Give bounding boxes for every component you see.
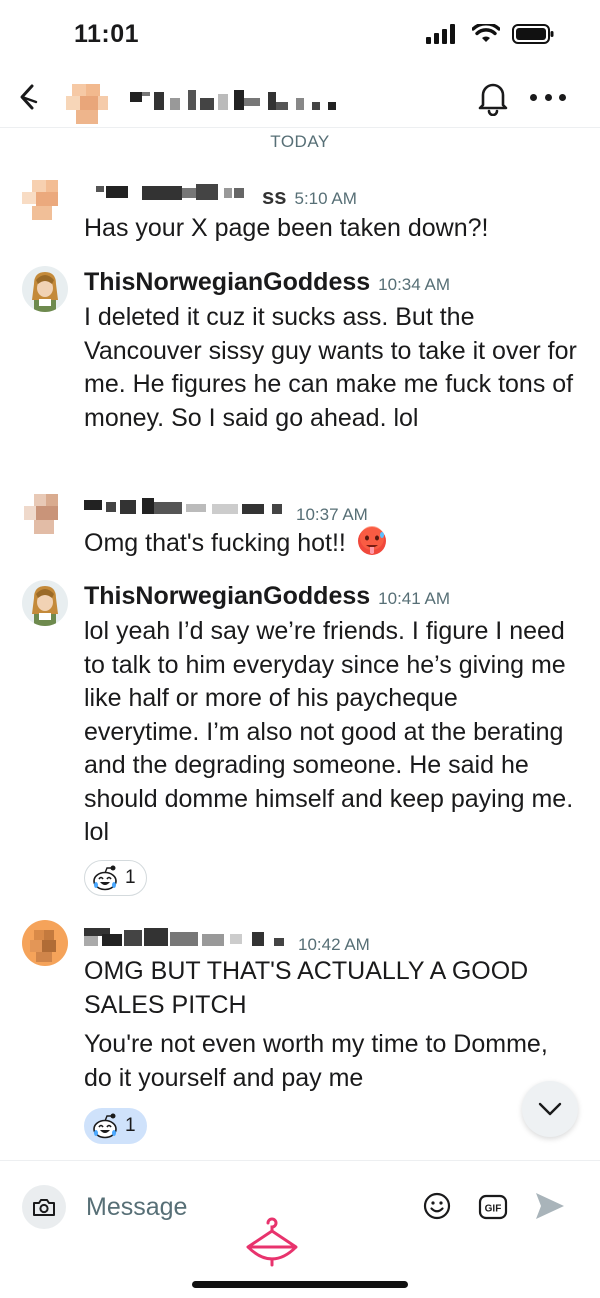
header-avatar[interactable] [62,76,114,128]
message-composer: GIF [0,1160,600,1298]
battery-icon [512,24,554,44]
laughing-snoo-icon [93,1113,117,1139]
camera-button[interactable] [22,1185,66,1229]
more-dot [559,93,566,101]
blurred-username [84,928,284,946]
message-text: Has your X page been taken down?! [84,214,489,242]
message-timestamp: 10:41 AM [378,589,450,608]
gif-icon[interactable]: GIF [478,1193,508,1221]
message-text-row: Omg that's fucking hot!! [84,526,580,561]
message-text: You're not even worth my time to Domme, … [84,1030,548,1092]
hot-face-emoji [357,526,386,555]
message-input[interactable] [86,1189,386,1225]
svg-text:GIF: GIF [485,1204,502,1215]
message-text: I deleted it cuz it sucks ass. But the V… [84,303,577,432]
reaction-pill[interactable]: 1 [84,1108,147,1144]
message-username[interactable]: ThisNorwegianGoddess [84,582,370,611]
cellular-signal-icon [426,24,455,44]
message-header: 10:42 AM [84,924,370,955]
message-header: ThisNorwegianGoddess 10:34 AM [84,268,450,297]
scroll-to-bottom-button[interactable] [522,1081,578,1137]
status-bar: 11:01 [0,0,600,70]
status-icons [426,24,554,44]
message-text: lol yeah I’d say we’re friends. I figure… [84,617,574,846]
user-avatar[interactable] [22,492,68,538]
reaction-count: 1 [125,1115,136,1136]
chevron-down-icon [538,1102,562,1116]
date-separator: TODAY [270,132,330,151]
reaction-count: 1 [125,867,136,888]
message-header: ThisNorwegianGoddess 10:41 AM [84,582,450,611]
message-username[interactable]: ThisNorwegianGoddess [84,268,370,297]
wifi-icon [472,24,500,42]
hanger-icon [246,1217,298,1267]
user-avatar[interactable] [22,920,68,966]
bell-icon[interactable] [476,78,510,116]
reaction-pill[interactable]: 1 [84,860,147,896]
message-header: 10:37 AM [84,494,368,525]
send-icon[interactable] [534,1191,566,1221]
user-avatar[interactable] [22,266,68,312]
more-dot [544,93,552,101]
username-suffix: ss [262,184,287,209]
camera-icon [33,1199,55,1216]
blurred-username [96,184,244,200]
message-text: OMG BUT THAT'S ACTUALLY A GOOD SALES PIT… [84,957,529,1019]
back-arrow-icon[interactable] [14,82,44,112]
emoji-icon[interactable] [422,1191,452,1221]
status-time: 11:01 [74,20,140,48]
message-timestamp: 5:10 AM [294,189,357,208]
user-avatar[interactable] [22,178,68,224]
chat-header [0,70,600,128]
message-text: Omg that's fucking hot!! [84,529,346,557]
header-username [130,90,336,110]
more-options-button[interactable] [530,84,566,110]
message-header: ss 5:10 AM [84,180,357,210]
blurred-username [84,498,282,514]
home-indicator[interactable] [192,1281,408,1288]
message-timestamp: 10:42 AM [298,935,370,954]
message-timestamp: 10:34 AM [378,275,450,294]
laughing-snoo-icon [93,865,117,891]
user-avatar[interactable] [22,580,68,626]
more-dot [530,93,537,101]
message-timestamp: 10:37 AM [296,505,368,524]
